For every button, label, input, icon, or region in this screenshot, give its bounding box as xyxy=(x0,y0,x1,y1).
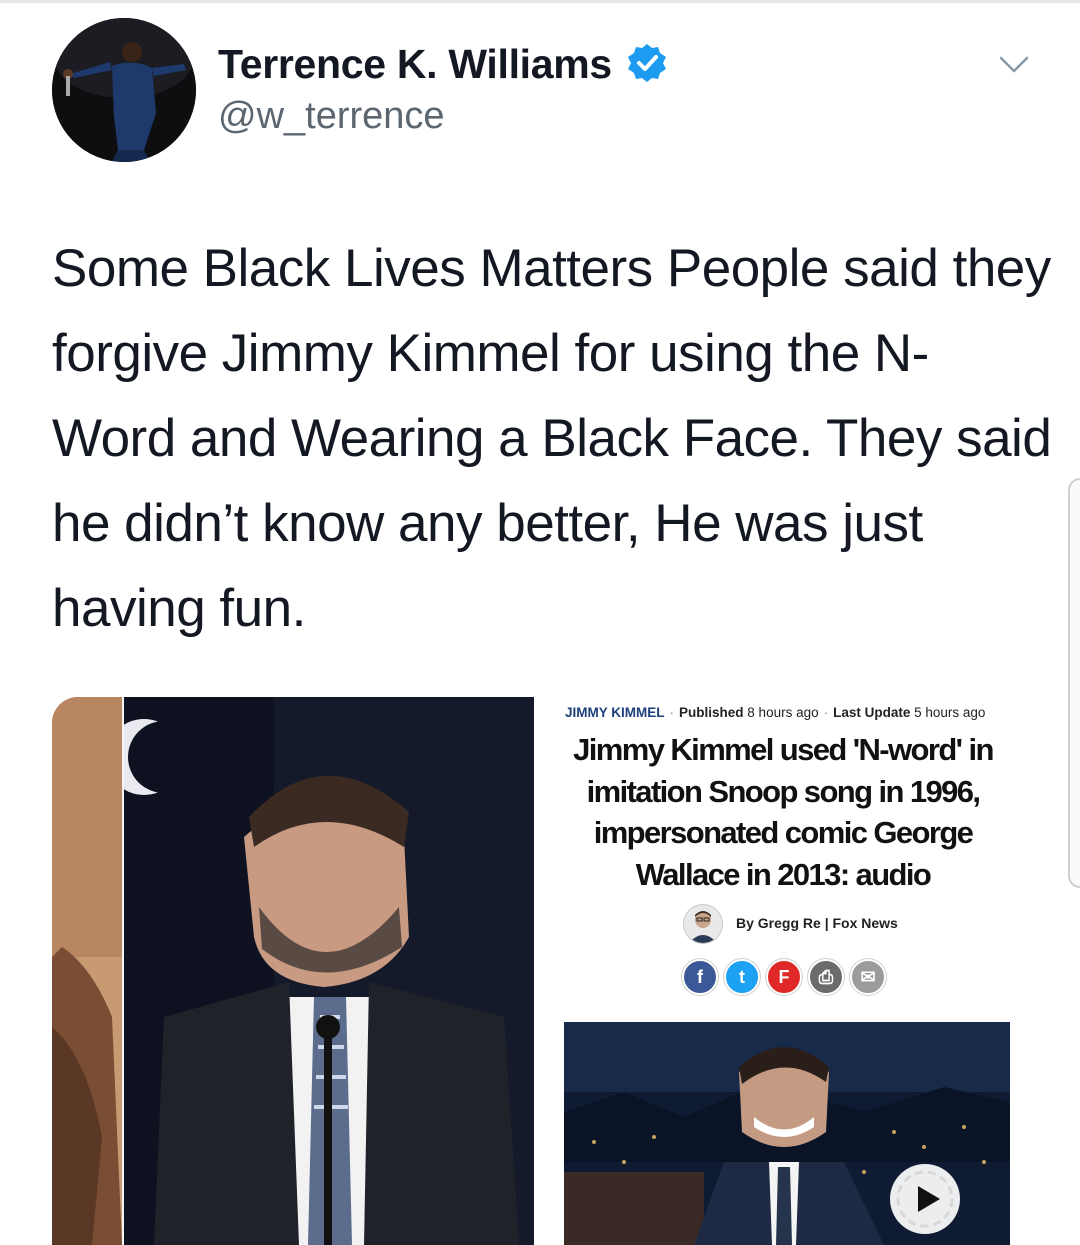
avatar[interactable] xyxy=(52,18,196,162)
twitter-icon[interactable]: t xyxy=(724,959,760,995)
print-icon[interactable]: ⎙ xyxy=(808,959,844,995)
flipboard-icon[interactable]: F xyxy=(766,959,802,995)
video-thumbnail[interactable] xyxy=(564,1022,1010,1245)
author-avatar xyxy=(683,904,723,944)
email-icon[interactable]: ✉ xyxy=(850,959,886,995)
updated-label: Last Update xyxy=(833,705,911,720)
article-byline: By Gregg Re | Fox News xyxy=(736,915,898,931)
display-name[interactable]: Terrence K. Williams xyxy=(218,38,612,90)
user-handle[interactable]: @w_terrence xyxy=(218,92,445,140)
tweet-text: Some Black Lives Matters People said the… xyxy=(52,239,1052,638)
verified-badge-icon xyxy=(628,44,666,82)
published-label: Published xyxy=(679,705,744,720)
facebook-icon[interactable]: f xyxy=(682,959,718,995)
updated-value: 5 hours ago xyxy=(914,705,986,720)
article-meta: JIMMY KIMMEL · Published 8 hours ago · Last … xyxy=(565,705,986,720)
avatar-photo xyxy=(52,18,196,162)
published-value: 8 hours ago xyxy=(747,705,819,720)
article-headline[interactable]: Jimmy Kimmel used 'N-word' in imitation … xyxy=(552,729,1014,895)
cropped-photo xyxy=(52,697,122,1245)
article-topic[interactable]: JIMMY KIMMEL xyxy=(565,705,665,720)
tweet-media[interactable]: JIMMY KIMMEL · Published 8 hours ago · Last … xyxy=(52,697,1020,1245)
play-button-icon[interactable] xyxy=(888,1162,962,1236)
top-divider xyxy=(0,0,1080,3)
share-buttons: f t F ⎙ ✉ xyxy=(682,959,886,995)
scroll-handle[interactable] xyxy=(1068,478,1080,888)
chevron-down-icon[interactable] xyxy=(996,46,1032,82)
article-photo xyxy=(124,697,534,1245)
article-preview[interactable]: JIMMY KIMMEL · Published 8 hours ago · Last … xyxy=(534,697,1020,1245)
